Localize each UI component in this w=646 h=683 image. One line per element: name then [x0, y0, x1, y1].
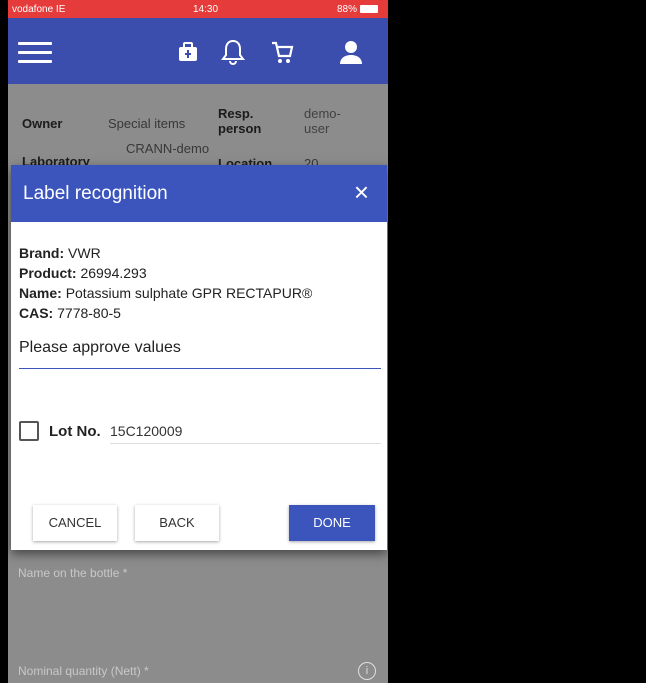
name-label: Name: [19, 285, 62, 301]
brand-value: VWR [68, 245, 101, 261]
name-value: Potassium sulphate GPR RECTAPUR® [65, 285, 313, 301]
status-bar: vodafone IE 14:30 88% [8, 0, 388, 18]
lot-row: Lot No. [19, 421, 101, 441]
dialog-title: Label recognition [23, 183, 168, 204]
time-label: 14:30 [193, 3, 219, 15]
name-row: Name: Potassium sulphate GPR RECTAPUR® [19, 283, 312, 303]
bottle-name-field[interactable]: Name on the bottle * [18, 566, 127, 580]
brand-label: Brand: [19, 245, 65, 261]
dialog-header: Label recognition × [11, 165, 387, 222]
brand-row: Brand: VWR [19, 243, 312, 263]
battery-icon [360, 5, 378, 13]
carrier-label: vodafone IE [12, 3, 66, 15]
cas-value: 7778-80-5 [57, 305, 121, 321]
close-icon[interactable]: × [354, 179, 369, 205]
product-label: Product: [19, 265, 77, 281]
cas-label: CAS: [19, 305, 54, 321]
medkit-icon[interactable] [176, 40, 200, 64]
recognized-values: Brand: VWR Product: 26994.293 Name: Pota… [19, 243, 312, 323]
lot-checkbox[interactable] [19, 421, 39, 441]
approve-divider [19, 368, 381, 369]
product-value: 26994.293 [80, 265, 147, 281]
label-recognition-dialog: Label recognition × Brand: VWR Product: … [11, 165, 387, 550]
battery-indicator: 88% [337, 4, 378, 15]
user-icon[interactable] [338, 38, 364, 66]
cancel-button[interactable]: CANCEL [33, 505, 117, 541]
info-icon[interactable]: i [358, 662, 376, 680]
menu-icon[interactable] [18, 42, 52, 64]
approve-prompt: Please approve values [19, 339, 181, 356]
app-bar [8, 18, 388, 84]
bell-icon[interactable] [220, 38, 246, 66]
cas-row: CAS: 7778-80-5 [19, 303, 312, 323]
lot-input-underline [110, 443, 381, 444]
phone-screen: vodafone IE 14:30 88% Owner Special item… [8, 0, 388, 683]
battery-percent: 88% [336, 3, 357, 15]
nominal-quantity-field[interactable]: Nominal quantity (Nett) * [18, 664, 149, 678]
back-button[interactable]: BACK [135, 505, 219, 541]
done-button[interactable]: DONE [289, 505, 375, 541]
lot-label: Lot No. [49, 422, 101, 440]
lot-number-input[interactable]: 15C120009 [110, 423, 182, 439]
product-row: Product: 26994.293 [19, 263, 312, 283]
cart-icon[interactable] [270, 40, 294, 66]
